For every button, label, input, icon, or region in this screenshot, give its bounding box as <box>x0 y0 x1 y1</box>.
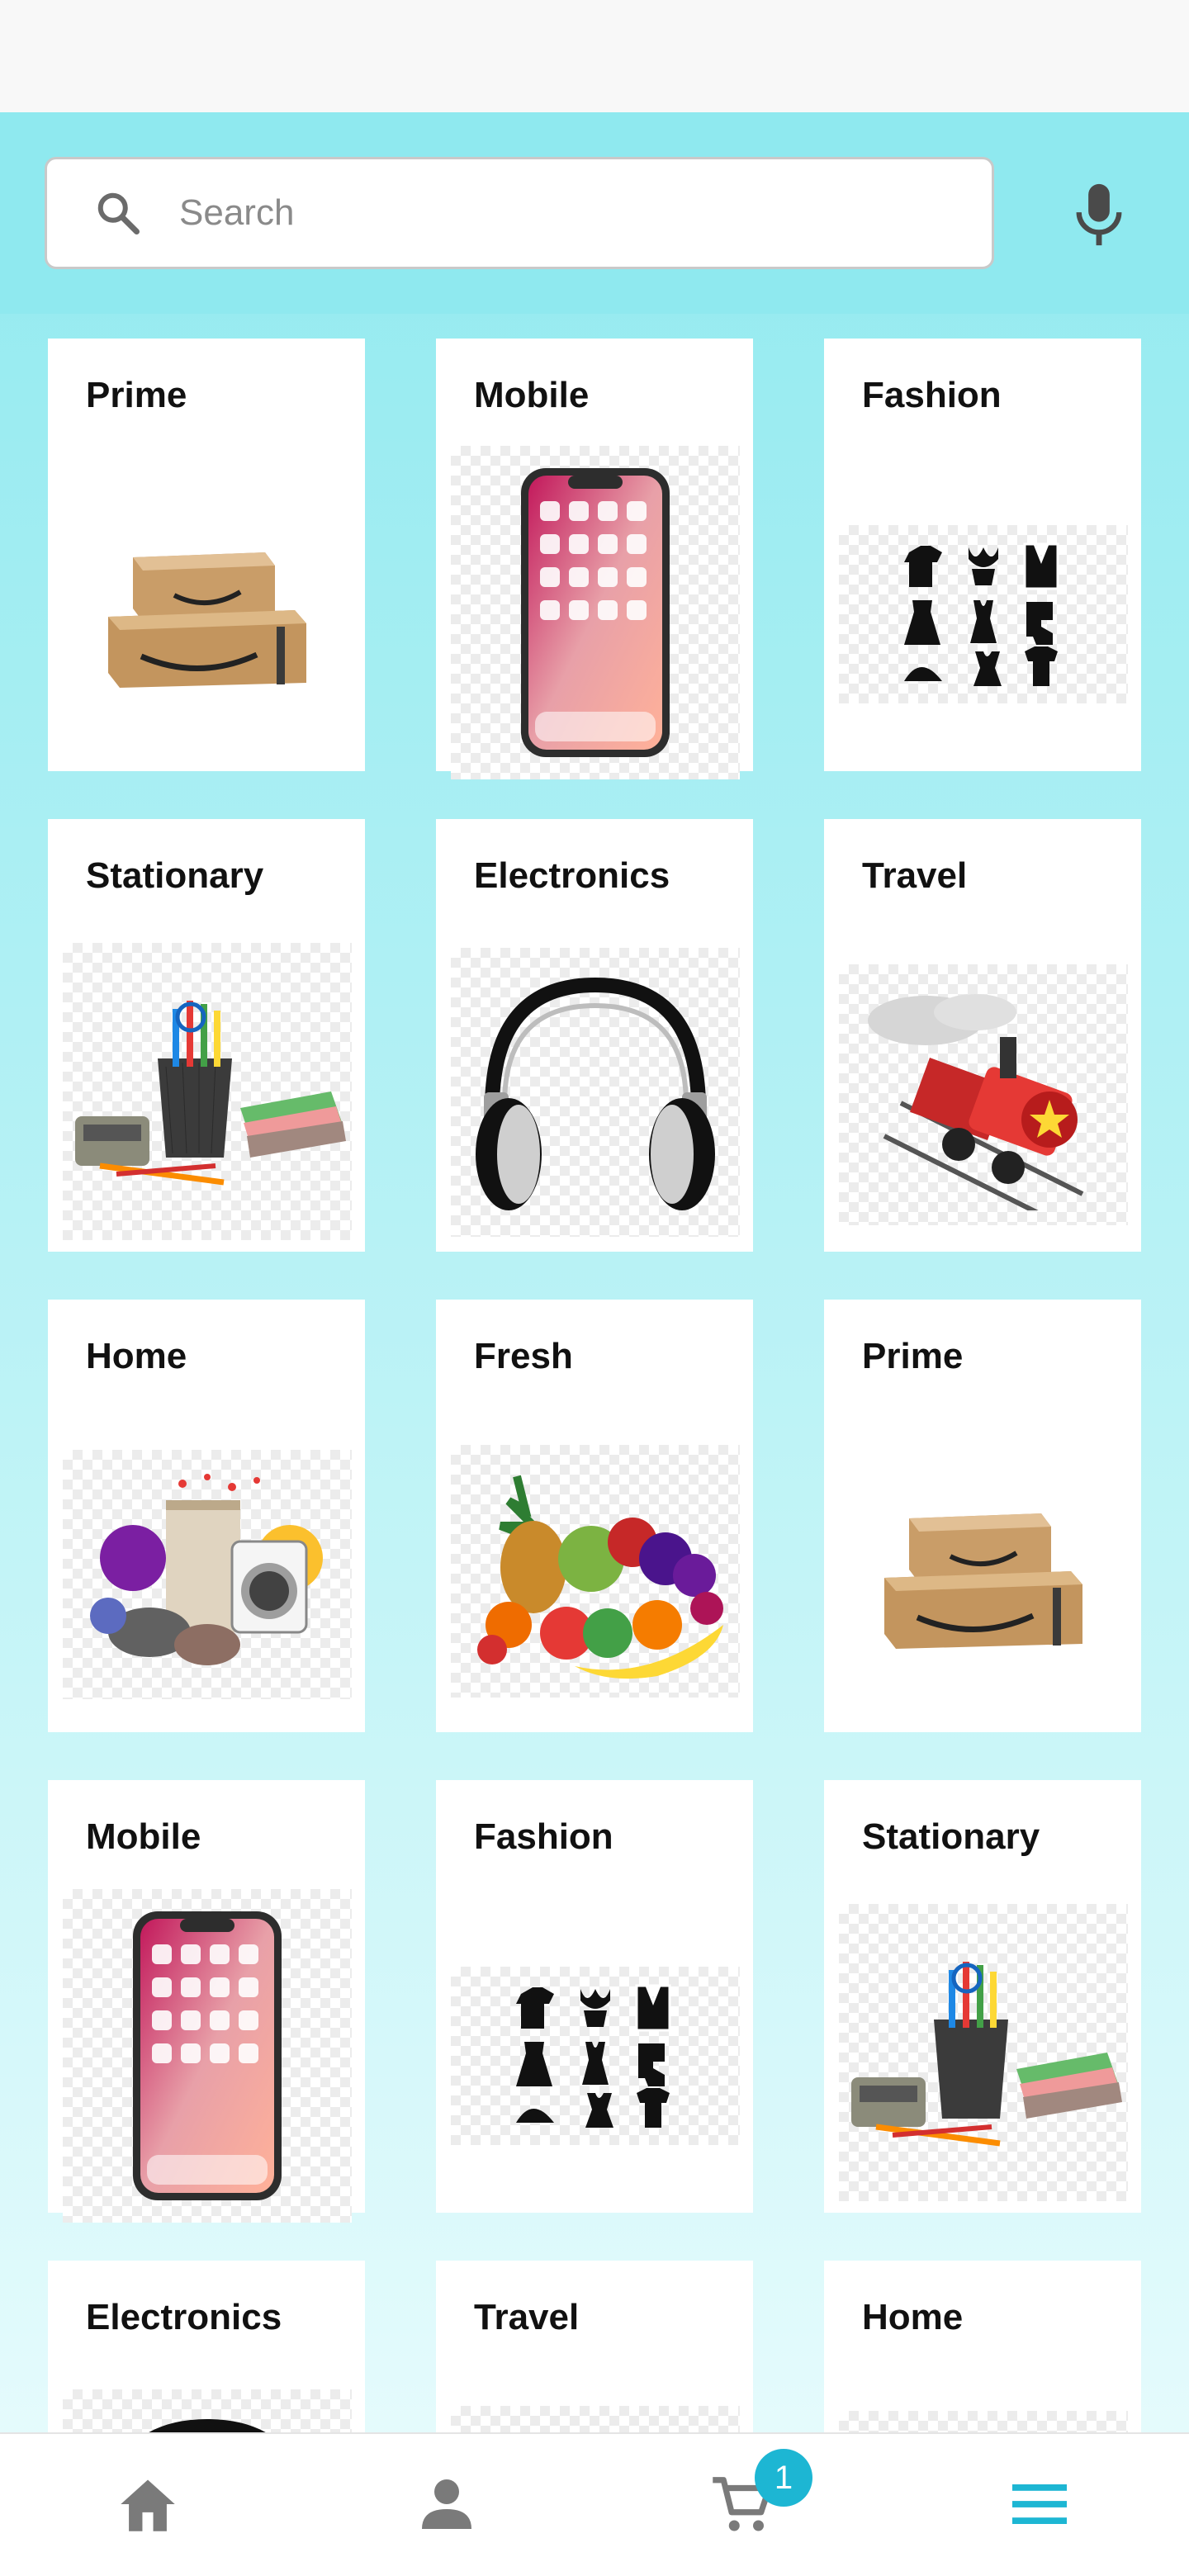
microphone-icon[interactable] <box>1070 182 1128 248</box>
category-title: Fresh <box>474 1336 573 1376</box>
bottom-navigation: 1 <box>0 2432 1189 2576</box>
smartphone-image <box>451 446 740 779</box>
category-card-stationary[interactable]: Stationary <box>824 1780 1141 2213</box>
category-card-electronics[interactable]: Electronics <box>436 819 753 1252</box>
train-image <box>839 964 1128 1225</box>
category-card-prime[interactable]: Prime <box>48 339 365 771</box>
category-title: Home <box>86 1336 187 1376</box>
category-card-travel[interactable]: Travel <box>824 819 1141 1252</box>
profile-icon <box>422 2479 471 2529</box>
clothing-icons-image <box>451 1967 740 2145</box>
category-title: Mobile <box>474 375 590 415</box>
search-header: Search <box>0 112 1189 314</box>
category-card-mobile[interactable]: Mobile <box>48 1780 365 2223</box>
category-card-electronics[interactable]: Electronics <box>48 2261 365 2432</box>
fruits-image <box>451 1445 740 1698</box>
category-card-fashion[interactable]: Fashion <box>436 1780 753 2213</box>
home-icon <box>121 2479 175 2531</box>
search-input[interactable]: Search <box>45 157 994 269</box>
category-card-mobile[interactable]: Mobile <box>436 339 753 779</box>
category-title: Travel <box>862 855 968 896</box>
category-card-stationary[interactable]: Stationary <box>48 819 365 1252</box>
clothing-icons-image <box>839 525 1128 703</box>
search-placeholder: Search <box>179 192 295 233</box>
category-title: Stationary <box>862 1816 1040 1857</box>
category-title: Prime <box>86 375 187 415</box>
category-grid: Prime Mobile Fashion Stationary Electron… <box>0 339 1189 2432</box>
category-title: Fashion <box>474 1816 613 1857</box>
cart-count-badge: 1 <box>755 2449 812 2507</box>
nav-menu[interactable] <box>1002 2467 1077 2541</box>
stationery-set-image <box>63 943 352 1240</box>
status-bar <box>0 0 1189 112</box>
headphones-image <box>451 948 740 1237</box>
home-appliances-image <box>63 1450 352 1699</box>
home-appliances-image <box>839 2411 1128 2432</box>
category-title: Electronics <box>86 2297 282 2337</box>
category-card-home[interactable]: Home <box>48 1300 365 1732</box>
smartphone-image <box>63 1889 352 2223</box>
category-card-prime[interactable]: Prime <box>824 1300 1141 1732</box>
category-title: Mobile <box>86 1816 201 1857</box>
nav-profile[interactable] <box>410 2467 484 2541</box>
category-card-fresh[interactable]: Fresh <box>436 1300 753 1732</box>
category-card-travel[interactable]: Travel <box>436 2261 753 2432</box>
category-title: Fashion <box>862 375 1002 415</box>
category-title: Electronics <box>474 855 670 896</box>
search-icon <box>97 192 140 234</box>
nav-home[interactable] <box>111 2467 185 2541</box>
headphones-image <box>63 2389 352 2432</box>
category-title: Home <box>862 2297 964 2337</box>
category-title: Travel <box>474 2297 580 2337</box>
menu-icon <box>1012 2484 1067 2524</box>
amazon-boxes-image <box>839 1481 1128 1671</box>
amazon-boxes-image <box>63 520 352 710</box>
category-title: Prime <box>862 1336 964 1376</box>
train-image <box>451 2406 740 2432</box>
stationery-set-image <box>839 1904 1128 2201</box>
category-title: Stationary <box>86 855 264 896</box>
category-card-home[interactable]: Home <box>824 2261 1141 2432</box>
category-card-fashion[interactable]: Fashion <box>824 339 1141 771</box>
